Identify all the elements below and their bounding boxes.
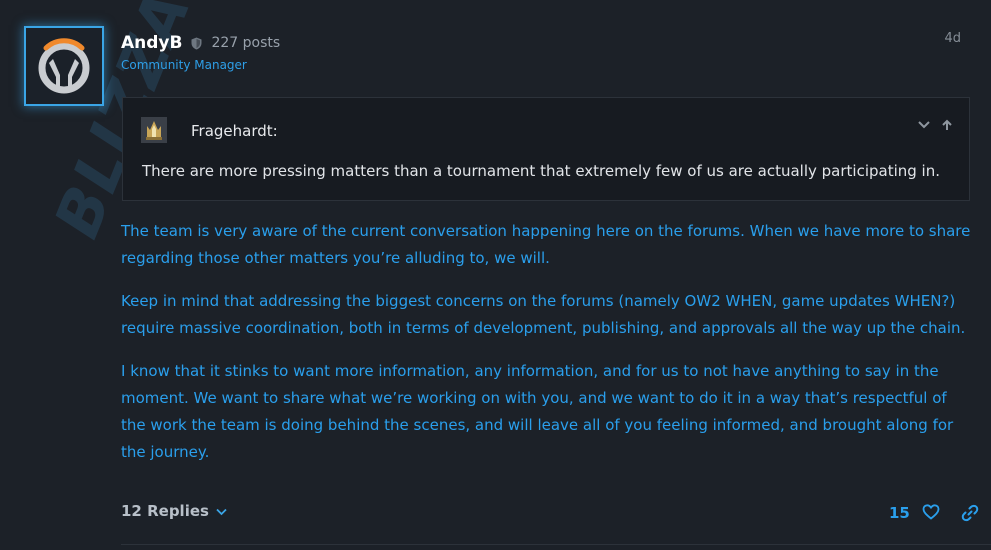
overwatch-logo-icon <box>38 38 90 94</box>
author-name[interactable]: AndyB <box>121 33 182 53</box>
quote-block: Fragehardt: There are more pressing matt… <box>122 97 970 201</box>
heart-icon[interactable] <box>922 504 940 524</box>
post-body: The team is very aware of the current co… <box>121 218 976 482</box>
crown-avatar-icon <box>141 117 167 143</box>
arrow-up-icon[interactable] <box>941 116 953 135</box>
divider <box>121 544 991 545</box>
author-title: Community Manager <box>121 58 247 72</box>
link-icon[interactable] <box>961 504 979 526</box>
replies-label: 12 Replies <box>121 502 209 520</box>
like-count[interactable]: 15 <box>889 504 910 522</box>
post-footer: 12 Replies 15 <box>121 502 981 528</box>
author-avatar[interactable] <box>24 26 104 106</box>
like-group: 15 <box>889 502 940 524</box>
shield-icon <box>191 35 202 54</box>
body-paragraph: The team is very aware of the current co… <box>121 222 971 267</box>
chevron-down-icon <box>216 508 227 516</box>
post-age[interactable]: 4d <box>944 31 961 46</box>
post-count: 227 posts <box>211 35 281 51</box>
quote-text: There are more pressing matters than a t… <box>142 162 940 180</box>
body-paragraph: I know that it stinks to want more infor… <box>121 362 954 461</box>
quote-controls <box>917 116 953 135</box>
replies-button[interactable]: 12 Replies <box>121 502 227 520</box>
quote-author[interactable]: Fragehardt: <box>191 122 278 140</box>
post-author-row: AndyB 227 posts <box>121 32 280 54</box>
quote-avatar[interactable] <box>141 117 167 143</box>
chevron-down-icon[interactable] <box>917 116 931 135</box>
body-paragraph: Keep in mind that addressing the biggest… <box>121 292 966 337</box>
